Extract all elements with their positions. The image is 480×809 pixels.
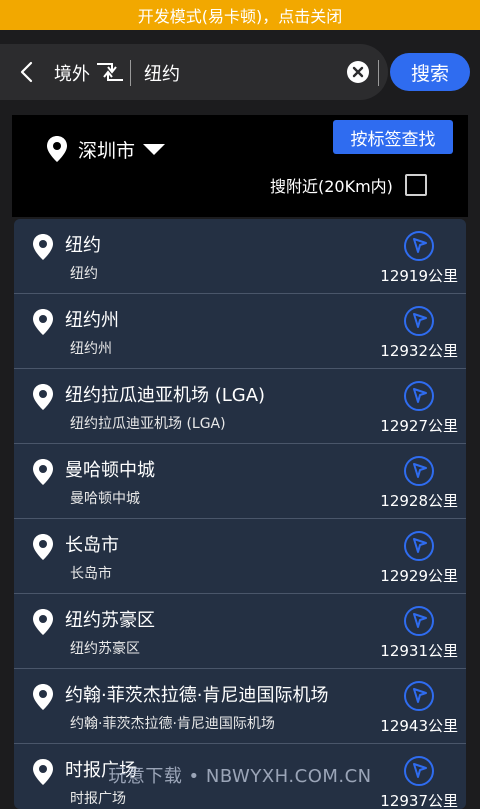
result-name: 纽约拉瓜迪亚机场 (LGA) [65,385,266,406]
search-button[interactable]: 搜索 [390,53,470,91]
result-row[interactable]: 纽约苏豪区 纽约苏豪区 12931公里 [14,594,466,669]
divider [378,60,379,86]
navigate-icon[interactable] [403,680,435,712]
location-pin-icon [33,309,53,335]
result-distance: 12931公里 [380,642,458,660]
location-pin-icon [33,684,53,710]
result-row[interactable]: 纽约州 纽约州 12932公里 [14,294,466,369]
search-bar: 境外 搜索 [0,44,480,100]
location-pin-icon [33,384,53,410]
close-icon [352,66,364,78]
find-by-tag-button[interactable]: 按标签查找 [333,120,453,154]
result-row[interactable]: 约翰·菲茨杰拉德·肯尼迪国际机场 约翰·菲茨杰拉德·肯尼迪国际机场 12943公里 [14,669,466,744]
navigate-icon[interactable] [403,380,435,412]
result-name: 纽约州 [65,310,119,331]
navigate-icon[interactable] [403,605,435,637]
location-pin-icon [33,609,53,635]
result-distance: 12929公里 [380,567,458,585]
location-pin-icon [33,534,53,560]
city-selector[interactable]: 深圳市 [46,135,166,163]
result-subtitle: 纽约拉瓜迪亚机场 (LGA) [70,416,226,432]
result-distance: 12943公里 [380,717,458,735]
dev-mode-banner[interactable]: 开发模式(易卡顿)，点击关闭 [0,0,480,30]
result-distance: 12927公里 [380,417,458,435]
watermark: 玩意下载 • NBWYXH.COM.CN [108,766,372,787]
search-field-container: 境外 [0,44,388,100]
scope-label[interactable]: 境外 [54,60,90,86]
location-pin-icon [33,234,53,260]
location-pin-icon [33,459,53,485]
nearby-toggle[interactable]: 搜附近(20Km内) [270,173,427,197]
dev-mode-text: 开发模式(易卡顿)，点击关闭 [137,7,343,26]
result-distance: 12928公里 [380,492,458,510]
nearby-label: 搜附近(20Km内) [270,177,393,196]
navigate-icon[interactable] [403,530,435,562]
location-pin-icon [47,136,67,162]
result-name: 约翰·菲茨杰拉德·肯尼迪国际机场 [65,685,329,706]
swap-scope-icon[interactable] [94,58,126,86]
result-subtitle: 长岛市 [70,566,112,582]
result-distance: 12932公里 [380,342,458,360]
city-name: 深圳市 [78,139,136,162]
result-row[interactable]: 曼哈顿中城 曼哈顿中城 12928公里 [14,444,466,519]
result-subtitle: 时报广场 [70,791,126,807]
nearby-checkbox[interactable] [404,174,427,196]
result-row[interactable]: 纽约拉瓜迪亚机场 (LGA) 纽约拉瓜迪亚机场 (LGA) 12927公里 [14,369,466,444]
divider [130,60,131,86]
dropdown-caret-icon [143,143,166,155]
back-arrow-icon[interactable] [16,60,40,84]
result-name: 长岛市 [65,535,119,556]
search-input[interactable] [142,58,336,88]
result-row[interactable]: 纽约 纽约 12919公里 [14,219,466,294]
result-subtitle: 纽约州 [70,341,112,357]
result-subtitle: 曼哈顿中城 [70,491,140,507]
navigate-icon[interactable] [403,455,435,487]
filter-panel: 深圳市 按标签查找 搜附近(20Km内) [12,115,468,217]
result-name: 纽约苏豪区 [65,610,155,631]
result-subtitle: 纽约 [70,266,98,282]
result-name: 纽约 [65,235,101,256]
result-subtitle: 纽约苏豪区 [70,641,140,657]
navigate-icon[interactable] [403,305,435,337]
result-distance: 12919公里 [380,267,458,285]
results-list: 纽约 纽约 12919公里 纽约州 纽约州 12932公里 纽约拉瓜迪亚机场 (LGA) 纽约… [14,219,466,809]
result-name: 曼哈顿中城 [65,460,155,481]
navigate-icon[interactable] [403,230,435,262]
result-subtitle: 约翰·菲茨杰拉德·肯尼迪国际机场 [70,716,275,732]
result-row[interactable]: 长岛市 长岛市 12929公里 [14,519,466,594]
clear-search-button[interactable] [347,61,369,83]
